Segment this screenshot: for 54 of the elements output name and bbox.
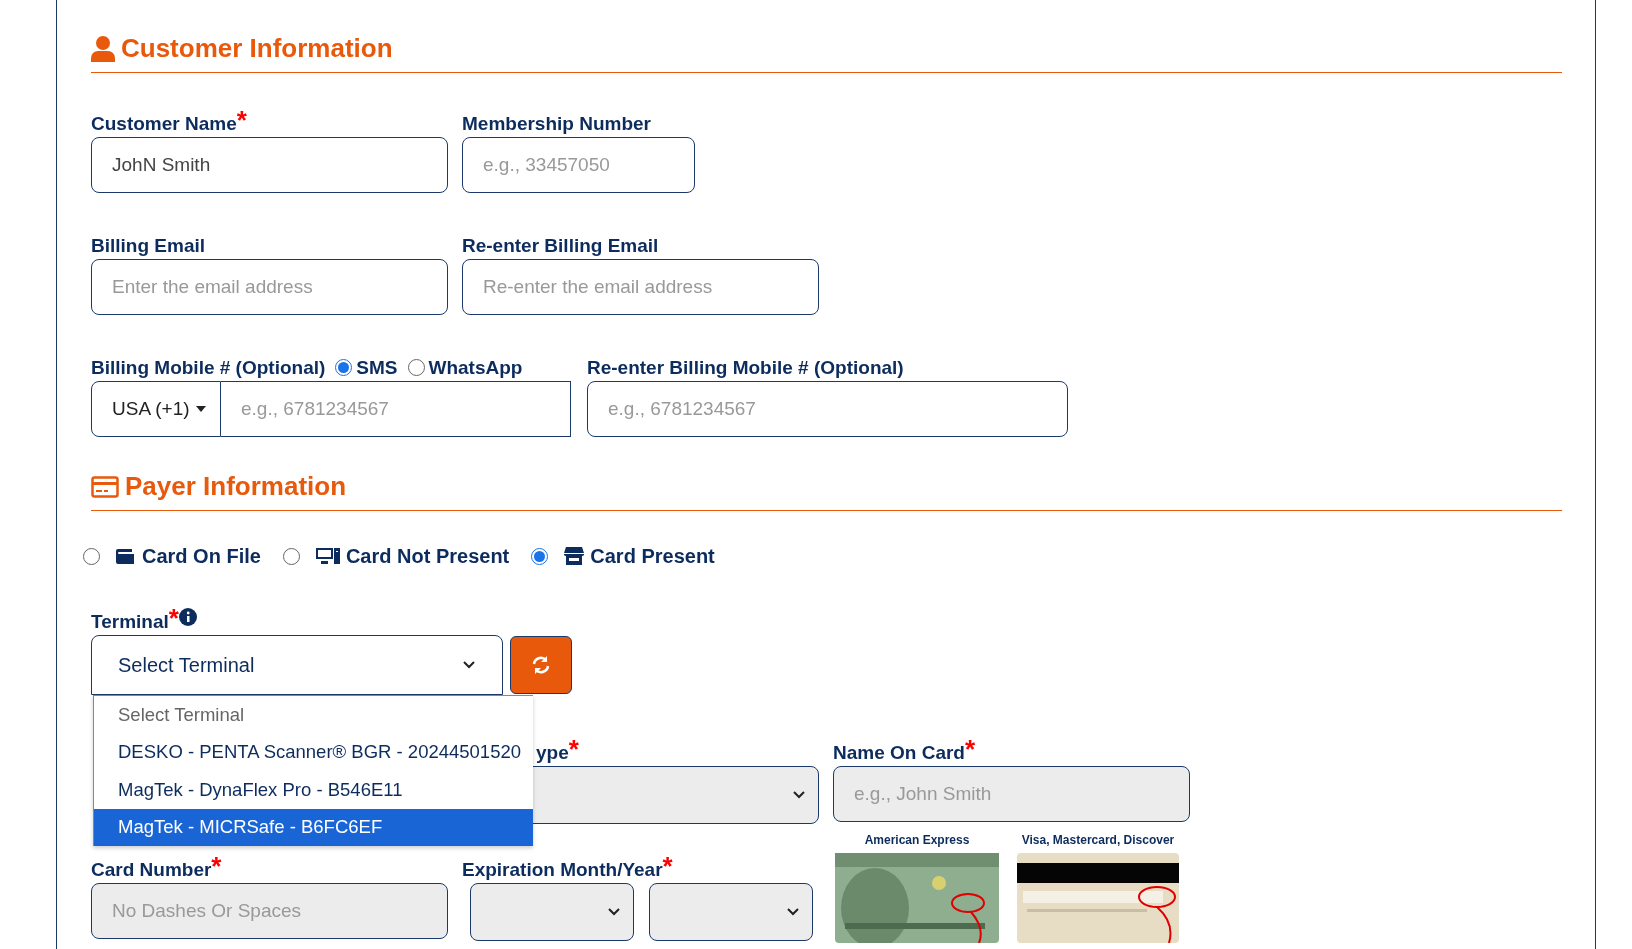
text-field[interactable]: e.g., 6781234567 (587, 381, 1068, 437)
required-asterisk: * (211, 853, 222, 879)
required-asterisk: * (662, 853, 673, 879)
required-asterisk: * (236, 107, 247, 133)
section-heading: Customer Information (121, 32, 393, 65)
credit-card-icon (91, 475, 119, 498)
text-field[interactable]: e.g., John Smith (833, 766, 1190, 822)
field-label: Re-enter Billing Email (462, 236, 659, 255)
radio-label: Card On File (142, 544, 261, 569)
field-label: Terminal (91, 612, 169, 631)
field-label: Re-enter Billing Mobile # (Optional) (587, 358, 904, 377)
store-icon (564, 547, 585, 565)
desktop-icon (315, 547, 340, 565)
field-label: Billing Mobile # (Optional) (91, 358, 326, 377)
section-heading: Payer Information (125, 470, 347, 503)
required-asterisk: * (965, 736, 976, 762)
caret-icon (195, 406, 206, 412)
refresh-icon (531, 655, 551, 675)
field-label: Billing Email (91, 236, 206, 255)
required-asterisk: * (568, 736, 579, 762)
dropdown-option[interactable]: MagTek - DynaFlex Pro - B546E11 (94, 771, 533, 809)
info-icon (178, 608, 197, 626)
required-asterisk: * (168, 605, 179, 631)
chevron-down-icon (786, 907, 800, 917)
country-dropdown[interactable]: USA (+1) (91, 381, 221, 437)
text-field[interactable]: Enter the email address (91, 259, 448, 315)
field-label: ype (536, 743, 569, 762)
image-caption: American Express (864, 832, 970, 849)
text-field[interactable]: JohN Smith (91, 137, 448, 193)
dropdown-option[interactable]: MagTek - MICRSafe - B6FC6EF (94, 808, 533, 846)
field-label: Expiration Month/Year (462, 860, 663, 879)
radio-label: Card Present (590, 544, 715, 569)
dropdown-option[interactable]: DESKO - PENTA Scanner® BGR - 20244501520 (94, 733, 533, 771)
field-label: Membership Number (462, 114, 651, 133)
field-label: Customer Name (91, 114, 237, 133)
terminal-select[interactable]: Select Terminal (91, 635, 503, 695)
field-label: Name On Card (833, 743, 965, 762)
radio-label: SMS (356, 358, 398, 377)
text-field[interactable]: e.g., 33457050 (462, 137, 695, 193)
image-caption: Visa, Mastercard, Discover (1021, 832, 1175, 849)
text-field[interactable]: Re-enter the email address (462, 259, 819, 315)
select-field[interactable] (649, 883, 813, 941)
chevron-down-icon (792, 790, 806, 800)
person-icon (91, 35, 115, 62)
radio-label: Card Not Present (345, 544, 510, 569)
select-field[interactable] (470, 883, 634, 941)
phone-field[interactable]: e.g., 6781234567 (221, 381, 571, 437)
text-field[interactable]: No Dashes Or Spaces (91, 883, 448, 939)
refresh-button[interactable] (510, 636, 572, 694)
chevron-down-icon (462, 660, 476, 670)
radio-label: WhatsApp (428, 358, 523, 377)
chevron-down-icon (607, 907, 621, 917)
field-label: Card Number (91, 860, 212, 879)
wallet-icon (116, 547, 136, 565)
